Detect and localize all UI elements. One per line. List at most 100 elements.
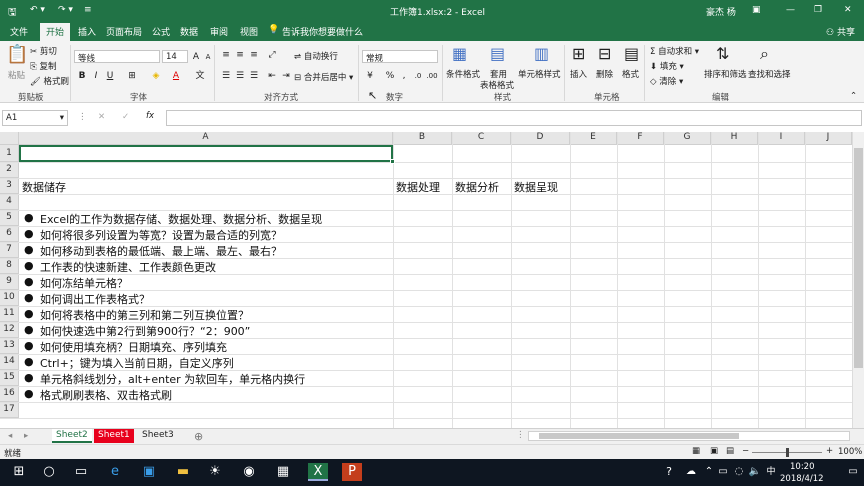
row-header[interactable]: 16 [0,386,19,402]
row-header[interactable]: 6 [0,226,19,242]
format-as-table-label-2[interactable]: 表格格式 [480,79,514,91]
format-cells-label[interactable]: 格式 [622,68,639,80]
row-header[interactable]: 9 [0,274,19,290]
fill-color-icon[interactable]: ◈ [150,70,162,82]
tell-me-box[interactable]: 告诉我你想要做什么 [282,25,363,38]
tv-app-icon[interactable]: ▣ [140,463,158,481]
column-header-e[interactable]: E [570,132,617,145]
format-cells-icon[interactable]: ▤ [624,44,639,63]
tab-home[interactable]: 开始 [40,23,71,41]
decrease-decimal-icon[interactable]: .00 [426,70,438,82]
tab-page-layout[interactable]: 页面布局 [106,25,142,38]
ribbon-display-icon[interactable]: ▣ [752,5,761,15]
column-header-g[interactable]: G [664,132,711,145]
row-header[interactable]: 8 [0,258,19,274]
tab-review[interactable]: 审阅 [210,25,228,38]
align-top-icon[interactable]: ≡ [220,49,232,61]
page-layout-view-icon[interactable]: ▣ [710,446,718,456]
page-break-view-icon[interactable]: ▤ [726,446,734,456]
column-header-j[interactable]: J [805,132,852,145]
align-center-icon[interactable]: ☰ [234,70,246,82]
normal-view-icon[interactable]: ▦ [692,446,700,456]
collapse-ribbon-icon[interactable]: ⌃ [850,91,857,101]
row-header[interactable]: 13 [0,338,19,354]
ime-indicator[interactable]: 中 [762,463,780,481]
active-cell-a1[interactable] [19,145,393,162]
fill-handle[interactable] [390,159,395,164]
brightness-app-icon[interactable]: ☀ [206,463,224,481]
redo-icon[interactable]: ↷ ▾ [58,5,73,15]
column-header-c[interactable]: C [452,132,511,145]
cortana-icon[interactable]: ○ [40,463,58,481]
zoom-out-icon[interactable]: − [742,446,749,456]
task-view-icon[interactable]: ▭ [72,463,90,481]
find-select-icon[interactable]: ⌕ [760,44,769,64]
column-header-b[interactable]: B [393,132,452,145]
row-header[interactable]: 2 [0,162,19,178]
conditional-formatting-label[interactable]: 条件格式 [446,68,480,80]
select-all-corner[interactable] [0,132,19,145]
align-bottom-icon[interactable]: ≡ [248,49,260,61]
formula-input[interactable] [166,110,862,126]
share-button[interactable]: ⚇ 共享 [826,25,855,38]
customize-qat-icon[interactable]: ≡ [84,5,92,15]
column-header-i[interactable]: I [758,132,805,145]
sheet-tab-sheet3[interactable]: Sheet3 [138,429,178,443]
cell-c3[interactable]: 数据分析 [455,179,499,195]
column-header-d[interactable]: D [511,132,570,145]
row-header[interactable]: 4 [0,194,19,210]
font-size-select[interactable]: 14 [162,50,188,63]
user-name[interactable]: 豪杰 杨 [706,5,736,18]
currency-icon[interactable]: ¥ [364,70,376,82]
sort-filter-icon[interactable]: ⇅ [716,44,729,63]
undo-icon[interactable]: ↶ ▾ [30,5,45,15]
row-header[interactable]: 17 [0,402,19,418]
name-box[interactable]: A1 ▾ [2,110,68,126]
italic-icon[interactable]: I [90,70,102,82]
insert-cells-icon[interactable]: ⊞ [572,44,585,63]
worksheet-grid[interactable]: A B C D E F G H I J 1 2 3 4 5 6 7 8 9 10… [0,132,852,428]
calculator-icon[interactable]: ▦ [274,463,292,481]
clear-button[interactable]: ◇ 清除 ▾ [650,75,683,87]
cancel-icon[interactable]: ✕ [98,112,105,122]
fill-button[interactable]: ⬇ 填充 ▾ [650,60,684,72]
row-header[interactable]: 3 [0,178,19,194]
excel-taskbar-icon[interactable]: X [308,463,328,481]
border-icon[interactable]: ⊞ [126,70,138,82]
tab-formulas[interactable]: 公式 [152,25,170,38]
cell-d3[interactable]: 数据呈现 [514,179,558,195]
vertical-scrollbar[interactable] [852,132,864,428]
zoom-in-icon[interactable]: + [826,446,833,456]
tab-view[interactable]: 视图 [240,25,258,38]
insert-cells-label[interactable]: 插入 [570,68,587,80]
phonetic-icon[interactable]: 文 [194,70,206,82]
orientation-icon[interactable]: ⤢ [266,49,278,61]
increase-indent-icon[interactable]: ⇥ [280,70,292,82]
conditional-formatting-icon[interactable]: ▦ [452,44,467,63]
copy-button[interactable]: ⎘ 复制 [30,60,57,72]
underline-icon[interactable]: U [104,70,116,82]
camera-app-icon[interactable]: ◉ [240,463,258,481]
row-header[interactable]: 5 [0,210,19,226]
paste-label[interactable]: 粘贴 [8,69,25,81]
font-color-icon[interactable]: A [170,70,182,82]
cut-button[interactable]: ✂ 剪切 [30,45,57,57]
row-header[interactable]: 1 [0,145,19,162]
comma-icon[interactable]: , [398,70,410,82]
help-icon[interactable]: ? [660,463,678,481]
grow-font-icon[interactable]: A [190,51,202,63]
cell-b3[interactable]: 数据处理 [396,179,440,195]
format-painter-button[interactable]: 🖌 格式刷 [30,75,69,87]
row-header[interactable]: 14 [0,354,19,370]
wrap-text-button[interactable]: ⇌ 自动换行 [294,50,338,62]
maximize-icon[interactable]: ❐ [814,5,822,15]
tab-insert[interactable]: 插入 [78,25,96,38]
align-left-icon[interactable]: ☰ [220,70,232,82]
row-header[interactable]: 15 [0,370,19,386]
cell-styles-icon[interactable]: ▥ [534,44,549,63]
add-sheet-icon[interactable]: ⊕ [194,430,203,443]
column-header-h[interactable]: H [711,132,758,145]
windows-start-icon[interactable]: ⊞ [10,463,28,481]
number-format-select[interactable]: 常规 [362,50,438,64]
row-header[interactable]: 12 [0,322,19,338]
